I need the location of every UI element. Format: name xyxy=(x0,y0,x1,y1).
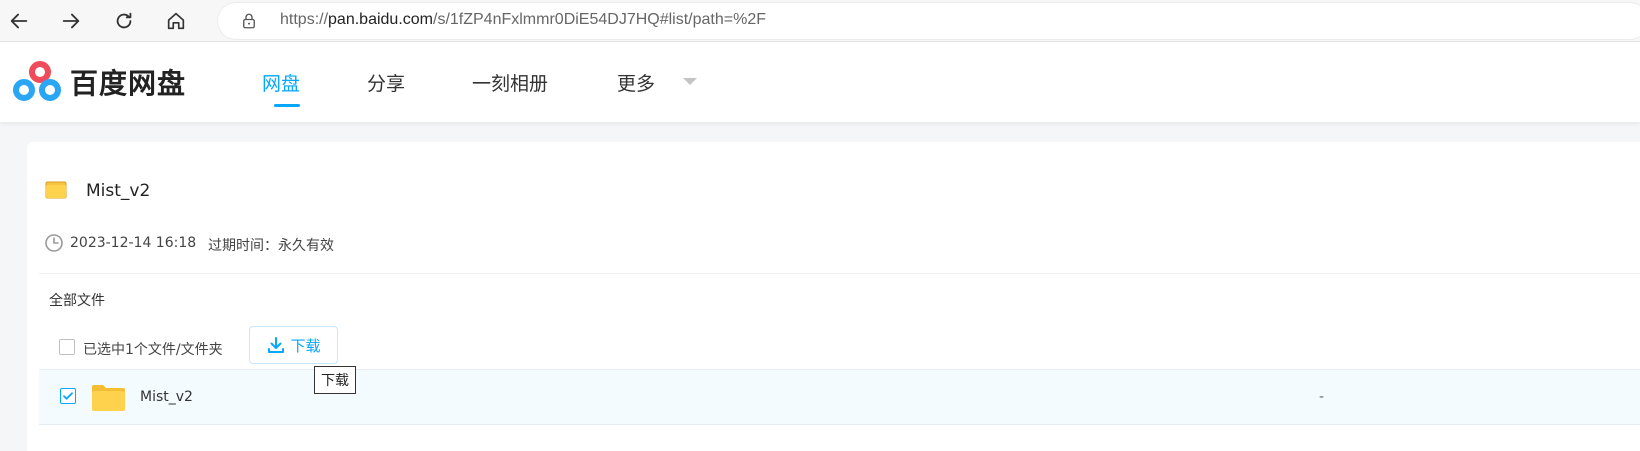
back-button[interactable] xyxy=(4,6,34,36)
active-nav-indicator xyxy=(274,104,300,107)
select-all-checkbox[interactable] xyxy=(59,339,75,355)
file-size: - xyxy=(1319,389,1325,405)
reload-button[interactable] xyxy=(109,6,139,36)
download-button-label: 下载 xyxy=(290,336,321,355)
share-date: 2023-12-14 16:18 xyxy=(70,235,197,251)
back-icon xyxy=(10,13,28,29)
download-tooltip: 下载 xyxy=(314,366,356,394)
share-title: Mist_v2 xyxy=(86,181,151,201)
logo[interactable]: 百度网盘 xyxy=(12,60,186,104)
nav-share[interactable]: 分享 xyxy=(367,69,405,96)
url-prefix: https:// xyxy=(280,11,329,28)
forward-button[interactable] xyxy=(56,6,86,36)
nav-more[interactable]: 更多 xyxy=(617,69,655,96)
logo-text: 百度网盘 xyxy=(70,67,187,100)
row-checkbox[interactable] xyxy=(60,388,76,404)
share-expire-time: 过期时间：永久有效 xyxy=(208,238,334,254)
divider xyxy=(39,273,1640,274)
nav-album[interactable]: 一刻相册 xyxy=(472,69,548,96)
browser-toolbar: https://pan.baidu.com/s/1fZP4nFxlmmr0DiE… xyxy=(0,0,1640,42)
file-name[interactable]: Mist_v2 xyxy=(140,389,193,405)
chevron-down-icon[interactable] xyxy=(683,78,697,85)
selection-count-text: 已选中1个文件/文件夹 xyxy=(83,342,223,358)
nav-netdisk[interactable]: 网盘 xyxy=(262,69,300,96)
site-header: 百度网盘 xyxy=(0,42,1640,122)
breadcrumb[interactable]: 全部文件 xyxy=(49,290,105,310)
home-icon xyxy=(167,12,185,30)
url-host: pan.baidu.com xyxy=(328,11,433,28)
forward-icon xyxy=(62,13,80,29)
url-path: /s/1fZP4nFxlmmr0DiE54DJ7HQ#list/path=%2F xyxy=(433,11,766,28)
address-bar[interactable]: https://pan.baidu.com/s/1fZP4nFxlmmr0DiE… xyxy=(218,3,1640,39)
folder-icon[interactable] xyxy=(91,383,126,412)
url-text[interactable]: https://pan.baidu.com/s/1fZP4nFxlmmr0DiE… xyxy=(280,11,766,29)
table-row[interactable] xyxy=(39,369,1640,425)
baidu-netdisk-logo-icon xyxy=(13,61,61,101)
lock-icon[interactable] xyxy=(240,12,258,30)
reload-icon xyxy=(116,12,132,29)
download-button[interactable]: 下载 xyxy=(249,326,338,364)
download-icon xyxy=(268,337,285,353)
clock-icon xyxy=(45,234,63,252)
checkmark-icon xyxy=(63,392,73,400)
folder-icon xyxy=(45,181,67,199)
home-button[interactable] xyxy=(161,6,191,36)
